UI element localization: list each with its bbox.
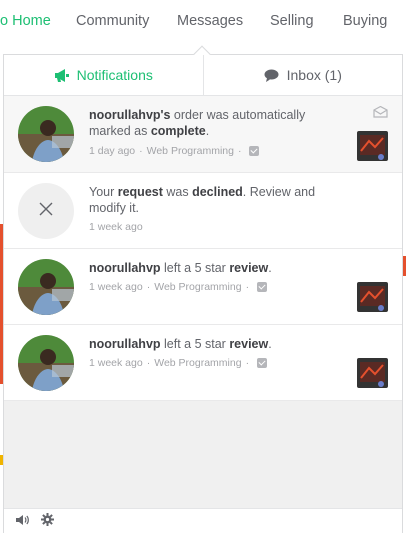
timestamp: 1 week ago [89,281,143,293]
tab-inbox-label: Inbox (1) [286,67,342,83]
nav-messages[interactable]: Messages [177,13,243,29]
speaker-icon[interactable] [15,513,29,531]
top-navigation: o Home Community Messages Selling Buying [0,0,406,44]
gig-thumbnail [357,131,388,161]
username: noorullahvp [89,337,161,351]
nav-buying[interactable]: Buying [343,13,387,29]
category: Web Programming [146,145,234,157]
notification-item[interactable]: noorullahvp left a 5 star review. 1 week… [4,249,402,325]
notification-keyword: request [117,185,163,199]
gig-thumbnail [357,358,388,388]
timestamp: 1 week ago [89,357,143,369]
category: Web Programming [154,281,242,293]
username: noorullahvp [89,261,161,275]
category: Web Programming [154,357,242,369]
notification-message: left a 5 star [160,261,230,275]
notification-message: left a 5 star [160,337,230,351]
notification-item[interactable]: Your request was declined. Review and mo… [4,173,402,249]
avatar [18,183,74,239]
notification-message-end: . [268,337,272,351]
notification-meta: 1 week ago · Web Programming · [89,281,268,293]
notification-meta: 1 week ago [89,221,143,233]
tab-notifications-label: Notifications [76,67,153,83]
notification-message-end: . [268,261,272,275]
notification-message-end: . [205,124,210,138]
notification-meta: 1 week ago · Web Programming · [89,357,268,369]
tab-notifications[interactable]: Notifications [4,55,203,95]
notification-meta: 1 day ago · Web Programming · [89,145,260,157]
avatar [18,335,74,391]
tab-inbox[interactable]: Inbox (1) [202,55,403,95]
notification-keyword: complete [150,124,206,138]
nav-home[interactable]: o Home [0,13,51,29]
notification-item[interactable]: noorullahvp's order was automatically ma… [4,96,402,173]
notification-keyword: review [229,337,269,351]
chat-bubble-icon [264,69,279,82]
megaphone-icon [54,68,69,82]
gig-thumbnail [357,282,388,312]
avatar [18,259,74,315]
checkmark-icon [249,146,260,156]
notifications-dropdown: Notifications Inbox (1) noorullahvp's or… [3,54,403,533]
notification-text: noorullahvp left a 5 star review. [89,260,329,276]
nav-community[interactable]: Community [76,13,149,29]
nav-selling[interactable]: Selling [270,13,314,29]
notification-text: noorullahvp's order was automatically ma… [89,107,329,139]
notification-text: Your request was declined. Review and mo… [89,184,329,216]
notification-text: noorullahvp left a 5 star review. [89,336,329,352]
username: noorullahvp's [89,108,171,122]
checkmark-icon [257,358,268,368]
notification-item[interactable]: noorullahvp left a 5 star review. 1 week… [4,325,402,401]
notification-keyword: review [229,261,269,275]
avatar [18,106,74,162]
notification-list: noorullahvp's order was automatically ma… [4,96,402,401]
checkmark-icon [257,282,268,292]
notification-keyword: declined [192,185,243,199]
timestamp: 1 day ago [89,145,136,157]
close-icon [38,201,54,222]
notification-message-start: Your [89,185,118,199]
dropdown-footer [4,508,402,533]
notification-message: was [162,185,193,199]
timestamp: 1 week ago [89,221,143,233]
gear-icon[interactable] [41,512,54,531]
envelope-icon[interactable] [373,105,388,123]
dropdown-tabs: Notifications Inbox (1) [4,55,402,96]
